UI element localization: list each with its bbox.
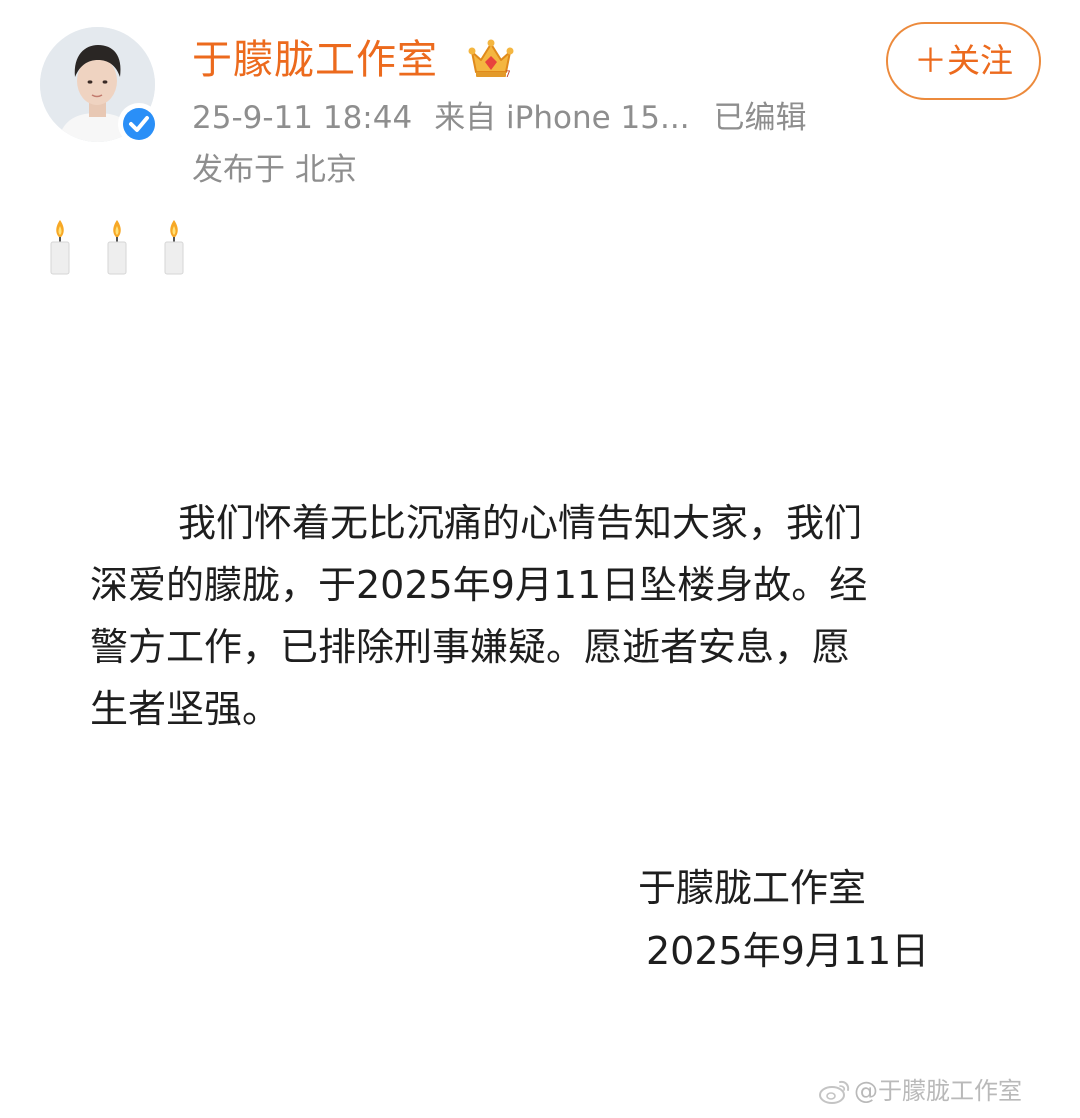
statement-body: 我们怀着无比沉痛的心情告知大家，我们 深爱的朦胧，于2025年9月11日坠楼身故… — [90, 492, 990, 740]
weibo-logo-icon — [818, 1076, 852, 1106]
svg-text:7: 7 — [505, 70, 511, 80]
statement-line: 警方工作，已排除刑事嫌疑。愿逝者安息，愿 — [90, 625, 851, 669]
post-location: 发布于 北京 — [192, 152, 357, 188]
edited-label[interactable]: 已编辑 — [714, 98, 807, 138]
statement-line: 生者坚强。 — [90, 687, 281, 731]
post-source[interactable]: 来自 iPhone 15... — [434, 98, 689, 138]
candle-icon — [46, 218, 74, 276]
author-name[interactable]: 于朦胧工作室 — [192, 36, 438, 84]
post-time: 25-9-11 18:44 — [192, 100, 413, 136]
candle-icon — [160, 218, 188, 276]
statement-signature: 于朦胧工作室 — [638, 866, 867, 910]
watermark-text: @于朦胧工作室 — [854, 1077, 1022, 1105]
follow-button[interactable]: ＋关注 — [886, 22, 1041, 100]
post-meta: 25-9-11 18:44 来自 iPhone 15... 已编辑 — [192, 98, 807, 138]
candle-icon — [103, 218, 131, 276]
statement-date: 2025年9月11日 — [646, 929, 930, 973]
watermark: @于朦胧工作室 — [818, 1070, 1022, 1110]
verified-check-icon — [118, 103, 160, 145]
statement-line: 深爱的朦胧，于2025年9月11日坠楼身故。经 — [90, 563, 868, 607]
statement-line: 我们怀着无比沉痛的心情告知大家，我们 — [178, 501, 863, 545]
crown-icon[interactable]: 7 — [468, 38, 514, 80]
